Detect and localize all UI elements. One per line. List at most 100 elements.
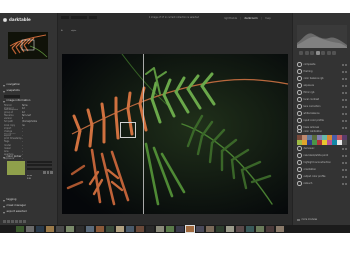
- module-row[interactable]: color balance rgb: [297, 75, 347, 82]
- filmstrip-thumbnail[interactable]: [56, 226, 64, 232]
- power-icon[interactable]: [297, 104, 302, 109]
- filmstrip-thumbnail[interactable]: [266, 226, 274, 232]
- filmstrip-thumbnail[interactable]: [146, 226, 154, 232]
- filmstrip-thumbnail[interactable]: [236, 226, 244, 232]
- power-icon[interactable]: [297, 153, 302, 158]
- power-icon[interactable]: [297, 160, 302, 165]
- star-icon[interactable]: [7, 220, 10, 223]
- navigation-preview[interactable]: [8, 32, 48, 59]
- filmstrip-thumbnail[interactable]: [26, 226, 34, 232]
- filmstrip-thumbnail[interactable]: [106, 226, 114, 232]
- reset-icon[interactable]: [345, 147, 347, 150]
- module-row[interactable]: demosaic: [297, 145, 347, 152]
- power-icon[interactable]: [297, 111, 302, 116]
- module-row[interactable]: raw black/white point: [297, 152, 347, 159]
- color-assessment-icon[interactable]: [23, 220, 26, 223]
- power-icon[interactable]: [297, 83, 302, 88]
- presets-icon[interactable]: [342, 161, 344, 164]
- filmstrip-thumbnail[interactable]: [46, 226, 54, 232]
- filmstrip-thumbnail[interactable]: [156, 226, 164, 232]
- reset-icon[interactable]: [345, 70, 347, 73]
- power-icon[interactable]: [297, 118, 302, 123]
- reset-icon[interactable]: [345, 119, 347, 122]
- power-icon[interactable]: [297, 90, 302, 95]
- presets-icon[interactable]: [342, 154, 344, 157]
- section-navigation[interactable]: navigation: [3, 84, 54, 87]
- module-row[interactable]: filmic rgb: [297, 89, 347, 96]
- filmstrip-thumbnail[interactable]: [185, 225, 195, 233]
- filmstrip-thumbnail[interactable]: [256, 226, 264, 232]
- reset-icon[interactable]: [345, 98, 347, 101]
- picker-icon[interactable]: [43, 171, 46, 174]
- correct-group-icon[interactable]: [326, 51, 331, 55]
- presets-icon[interactable]: [342, 98, 344, 101]
- presets-icon[interactable]: [342, 70, 344, 73]
- picker-area-bar[interactable]: [27, 167, 52, 170]
- power-icon[interactable]: [297, 69, 302, 74]
- take-snapshot-button[interactable]: take snapshot: [4, 95, 20, 111]
- filmstrip-thumbnail[interactable]: [126, 226, 134, 232]
- module-row[interactable]: highlight reconstruction: [297, 159, 347, 166]
- favorites-icon[interactable]: [304, 51, 309, 55]
- reset-icon[interactable]: [345, 182, 347, 185]
- module-row[interactable]: output color profile: [297, 173, 347, 180]
- filmstrip-thumbnail[interactable]: [116, 226, 124, 232]
- reset-icon[interactable]: [345, 63, 347, 66]
- section-image-information[interactable]: image information: [3, 100, 54, 103]
- module-row[interactable]: white balance: [297, 110, 347, 117]
- section-export-selected[interactable]: export selected: [3, 211, 54, 214]
- presets-icon[interactable]: [342, 119, 344, 122]
- presets-icon[interactable]: [342, 91, 344, 94]
- module-row[interactable]: composite: [297, 61, 347, 68]
- filmstrip-thumbnail[interactable]: [246, 226, 254, 232]
- zoom-select[interactable]: fit: [61, 16, 69, 32]
- filmstrip-thumbnail[interactable]: [36, 226, 44, 232]
- second-window-button[interactable]: [89, 16, 97, 19]
- presets-icon[interactable]: [342, 168, 344, 171]
- reset-icon[interactable]: [345, 161, 347, 164]
- picker-mode-select[interactable]: mean: [27, 161, 52, 177]
- presets-icon[interactable]: [342, 105, 344, 108]
- add-sample-icon[interactable]: [50, 171, 53, 174]
- presets-icon[interactable]: [342, 175, 344, 178]
- filmstrip-thumbnail[interactable]: [16, 226, 24, 232]
- reset-icon[interactable]: [345, 84, 347, 87]
- power-icon[interactable]: [297, 128, 302, 134]
- reset-icon[interactable]: [345, 175, 347, 178]
- reset-icon[interactable]: [345, 168, 347, 171]
- focus-zoom-box[interactable]: [120, 122, 136, 138]
- power-icon[interactable]: [297, 146, 302, 151]
- presets-icon[interactable]: [342, 147, 344, 150]
- active-modules-icon[interactable]: [299, 51, 303, 55]
- filmstrip-thumbnail[interactable]: [66, 226, 74, 232]
- grid-icon[interactable]: [15, 220, 18, 223]
- filmstrip-thumbnail[interactable]: [86, 226, 94, 232]
- color-checker-grid[interactable]: [297, 135, 347, 145]
- reject-icon[interactable]: [11, 220, 14, 223]
- module-row[interactable]: exposure: [297, 82, 347, 89]
- filmstrip-thumbnail[interactable]: [166, 226, 174, 232]
- power-icon[interactable]: [297, 174, 302, 179]
- module-row[interactable]: lens correction: [297, 103, 347, 110]
- filmstrip-thumbnail[interactable]: [76, 226, 84, 232]
- filmstrip-thumbnail[interactable]: [176, 226, 184, 232]
- section-mask-manager[interactable]: mask manager: [3, 205, 54, 208]
- preset-icon[interactable]: [3, 220, 6, 223]
- view-tab-lighttable[interactable]: lighttable: [224, 16, 237, 20]
- power-icon[interactable]: [297, 76, 302, 81]
- effect-group-icon[interactable]: [332, 51, 336, 55]
- style-select[interactable]: styles: [71, 16, 87, 32]
- tone-group-icon[interactable]: [315, 51, 320, 55]
- presets-icon[interactable]: [342, 182, 344, 185]
- reset-icon[interactable]: [345, 91, 347, 94]
- picker-values-select[interactable]: RGB: [27, 164, 52, 180]
- reset-icon[interactable]: [345, 105, 347, 108]
- base-group-icon[interactable]: [310, 51, 314, 55]
- filmstrip-thumbnail[interactable]: [136, 226, 144, 232]
- module-row[interactable]: input color profile: [297, 117, 347, 124]
- picked-color-swatch[interactable]: [7, 161, 25, 175]
- module-row[interactable]: retouch: [297, 180, 347, 187]
- section-tagging[interactable]: tagging: [3, 199, 54, 202]
- view-tab-map[interactable]: map: [265, 16, 271, 20]
- presets-icon[interactable]: [342, 63, 344, 66]
